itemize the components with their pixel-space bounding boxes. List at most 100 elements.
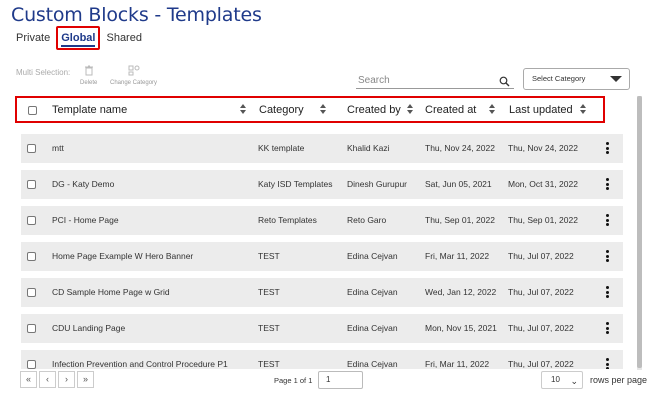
tab-shared[interactable]: Shared [102, 27, 145, 49]
cell-category: TEST [258, 359, 280, 369]
row-checkbox[interactable] [27, 252, 36, 261]
row-checkbox[interactable] [27, 216, 36, 225]
cell-created-by: Edina Cejvan [347, 251, 398, 261]
sort-icon[interactable] [579, 104, 587, 116]
table-row[interactable]: mtt KK template Khalid Kazi Thu, Nov 24,… [21, 134, 623, 163]
cell-template-name: mtt [52, 143, 64, 153]
pagination-controls: « ‹ › » [20, 371, 96, 388]
rows-per-page-select[interactable]: 10 ⌄ [541, 371, 583, 389]
more-options-icon[interactable] [606, 250, 609, 264]
tab-private[interactable]: Private [12, 27, 54, 49]
cell-last-updated: Thu, Jul 07, 2022 [508, 323, 574, 333]
cell-created-by: Edina Cejvan [347, 287, 398, 297]
cell-template-name: DG - Katy Demo [52, 179, 115, 189]
tab-global[interactable]: Global [56, 26, 101, 50]
search-input[interactable] [356, 72, 486, 89]
row-checkbox[interactable] [27, 360, 36, 369]
cell-category: TEST [258, 287, 280, 297]
cell-created-by: Reto Garo [347, 215, 387, 225]
cell-template-name: PCI - Home Page [52, 215, 119, 225]
cell-last-updated: Thu, Nov 24, 2022 [508, 143, 578, 153]
cell-created-by: Dinesh Gurupur [347, 179, 408, 189]
sort-icon[interactable] [406, 104, 414, 116]
col-created-at[interactable]: Created at [425, 104, 476, 116]
row-checkbox[interactable] [27, 288, 36, 297]
cell-category: TEST [258, 323, 280, 333]
table-row[interactable]: CD Sample Home Page w Grid TEST Edina Ce… [21, 278, 623, 307]
row-checkbox[interactable] [27, 144, 36, 153]
prev-page-button[interactable]: ‹ [39, 371, 56, 388]
more-options-icon[interactable] [606, 142, 609, 156]
row-checkbox[interactable] [27, 180, 36, 189]
change-category-button[interactable]: Change Category [110, 65, 157, 86]
more-options-icon[interactable] [606, 322, 609, 336]
next-page-button[interactable]: › [58, 371, 75, 388]
table-row[interactable]: Home Page Example W Hero Banner TEST Edi… [21, 242, 623, 271]
table-row[interactable]: DG - Katy Demo Katy ISD Templates Dinesh… [21, 170, 623, 199]
col-last-updated[interactable]: Last updated [509, 104, 573, 116]
trash-icon [80, 65, 97, 80]
first-page-button[interactable]: « [20, 371, 37, 388]
cell-created-by: Edina Cejvan [347, 359, 398, 369]
cell-created-at: Thu, Nov 24, 2022 [425, 143, 495, 153]
cell-last-updated: Thu, Jul 07, 2022 [508, 287, 574, 297]
cell-category: TEST [258, 251, 280, 261]
page-info: Page 1 of 1 [274, 376, 313, 385]
page-title: Custom Blocks - Templates [11, 4, 262, 26]
chevron-down-icon: ⌄ [570, 376, 578, 386]
cell-last-updated: Mon, Oct 31, 2022 [508, 179, 578, 189]
col-template-name[interactable]: Template name [52, 104, 127, 116]
tab-bar: Private Global Shared [12, 26, 146, 50]
more-options-icon[interactable] [606, 178, 609, 192]
more-options-icon[interactable] [606, 358, 609, 369]
cell-created-at: Thu, Sep 01, 2022 [425, 215, 495, 225]
table-header: Template name Category Created by Create… [15, 96, 605, 123]
more-options-icon[interactable] [606, 286, 609, 300]
multi-selection-label: Multi Selection: [16, 68, 71, 77]
table-row[interactable]: CDU Landing Page TEST Edina Cejvan Mon, … [21, 314, 623, 343]
sort-icon[interactable] [239, 104, 247, 116]
cell-template-name: Infection Prevention and Control Procedu… [52, 359, 228, 369]
cell-created-at: Wed, Jan 12, 2022 [425, 287, 497, 297]
category-select-value: Select Category [532, 74, 586, 83]
col-category[interactable]: Category [259, 104, 304, 116]
search-box [356, 70, 514, 89]
row-checkbox[interactable] [27, 324, 36, 333]
cell-created-by: Edina Cejvan [347, 323, 398, 333]
cell-last-updated: Thu, Sep 01, 2022 [508, 215, 578, 225]
table-body: mtt KK template Khalid Kazi Thu, Nov 24,… [21, 134, 623, 369]
cell-template-name: CDU Landing Page [52, 323, 126, 333]
cell-category: Katy ISD Templates [258, 179, 333, 189]
category-select[interactable]: Select Category [523, 68, 630, 90]
cell-template-name: CD Sample Home Page w Grid [52, 287, 170, 297]
page-number-input[interactable]: 1 [318, 371, 363, 389]
cell-template-name: Home Page Example W Hero Banner [52, 251, 194, 261]
rows-per-page-label: rows per page [590, 375, 648, 385]
cell-category: KK template [258, 143, 305, 153]
table-row[interactable]: PCI - Home Page Reto Templates Reto Garo… [21, 206, 623, 235]
cell-created-at: Mon, Nov 15, 2021 [425, 323, 497, 333]
rows-per-page-value: 10 [551, 375, 560, 384]
cell-created-at: Fri, Mar 11, 2022 [425, 359, 490, 369]
sort-icon[interactable] [319, 104, 327, 116]
cell-created-by: Khalid Kazi [347, 143, 390, 153]
more-options-icon[interactable] [606, 214, 609, 228]
tab-global-label: Global [61, 32, 96, 47]
sort-icon[interactable] [488, 104, 496, 116]
cell-last-updated: Thu, Jul 07, 2022 [508, 359, 574, 369]
delete-label: Delete [80, 80, 98, 86]
scrollbar-thumb[interactable] [637, 96, 642, 368]
last-page-button[interactable]: » [77, 371, 94, 388]
vertical-scrollbar[interactable] [637, 96, 642, 370]
caret-down-icon [610, 76, 622, 82]
col-created-by[interactable]: Created by [347, 104, 401, 116]
cell-created-at: Sat, Jun 05, 2021 [425, 179, 492, 189]
select-all-checkbox[interactable] [28, 106, 37, 115]
cell-category: Reto Templates [258, 215, 317, 225]
cell-last-updated: Thu, Jul 07, 2022 [508, 251, 574, 261]
category-icon [110, 65, 157, 80]
cell-created-at: Fri, Mar 11, 2022 [425, 251, 490, 261]
delete-button[interactable]: Delete [80, 65, 97, 86]
table-row[interactable]: Infection Prevention and Control Procedu… [21, 350, 623, 369]
search-icon[interactable] [499, 74, 510, 92]
